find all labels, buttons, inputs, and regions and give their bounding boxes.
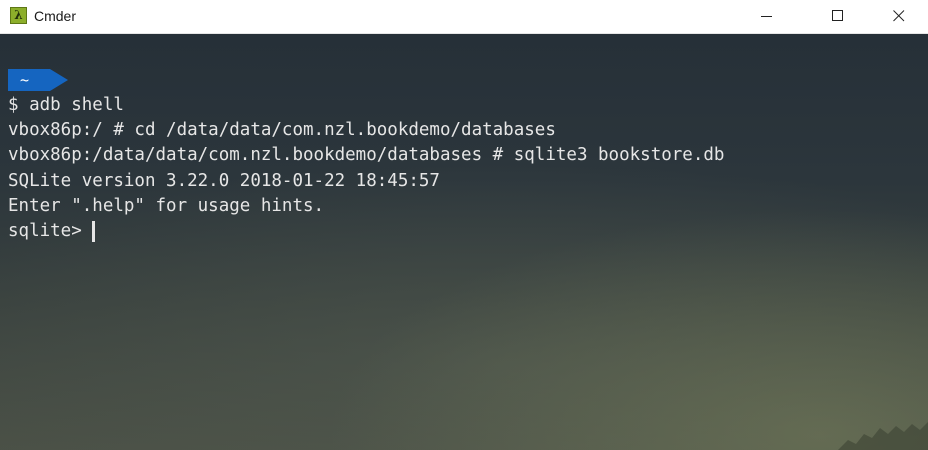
- terminal-output: $ adb shell vbox86p:/ # cd /data/data/co…: [8, 93, 724, 244]
- cmder-window: λ Cmder ~ $ adb shell vbox86p:/ # cd /da…: [0, 0, 928, 450]
- terminal-line: Enter ".help" for usage hints.: [8, 195, 325, 216]
- terminal-console[interactable]: ~ $ adb shell vbox86p:/ # cd /data/data/…: [0, 34, 928, 450]
- maximize-button[interactable]: [815, 0, 861, 33]
- title-bar[interactable]: λ Cmder: [0, 0, 928, 34]
- sqlite-input-line[interactable]: sqlite>: [8, 219, 724, 244]
- close-button[interactable]: [876, 0, 922, 33]
- terminal-line: SQLite version 3.22.0 2018-01-22 18:45:5…: [8, 170, 440, 191]
- prompt-arrow-shape: [8, 69, 68, 91]
- prompt-path-badge: ~: [8, 69, 70, 91]
- close-icon: [893, 10, 905, 22]
- terminal-line: vbox86p:/data/data/com.nzl.bookdemo/data…: [8, 145, 725, 166]
- background-foliage: [838, 422, 928, 450]
- text-cursor: [91, 221, 95, 243]
- lambda-app-icon[interactable]: λ: [10, 7, 27, 24]
- minimize-button[interactable]: [744, 0, 790, 33]
- window-title: Cmder: [34, 8, 77, 24]
- prompt-path-text: ~: [20, 71, 30, 89]
- minimize-icon: [761, 16, 772, 17]
- terminal-line: vbox86p:/ # cd /data/data/com.nzl.bookde…: [8, 120, 556, 141]
- sqlite-prompt: sqlite>: [8, 220, 82, 241]
- maximize-icon: [832, 10, 843, 21]
- terminal-line: $ adb shell: [8, 95, 124, 115]
